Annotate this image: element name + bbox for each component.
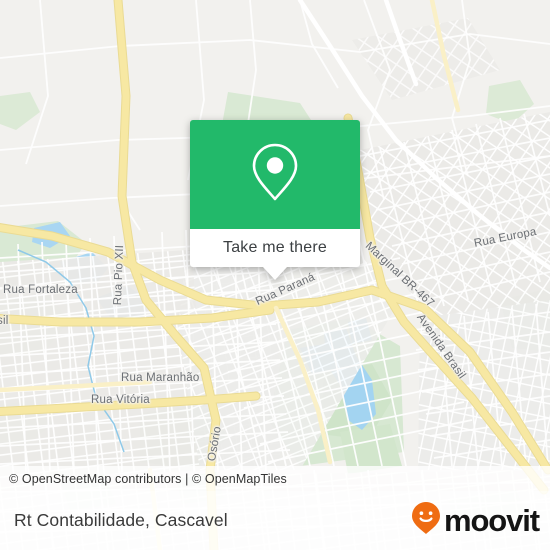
location-pin-icon (250, 141, 300, 208)
attribution-text[interactable]: © OpenStreetMap contributors | © OpenMap… (9, 472, 287, 486)
popup-pointer-tip (263, 267, 287, 280)
moovit-smiley-pin-icon (411, 501, 441, 540)
popup-header (190, 120, 360, 229)
popup-action-bar[interactable]: Take me there (190, 229, 360, 280)
take-me-there-label: Take me there (223, 239, 327, 256)
place-name-label: Rt Contabilidade, Cascavel (14, 510, 228, 530)
map-screenshot: Rua Fortaleza sil Rua Pio XII Rua Maranh… (0, 0, 550, 550)
location-popup[interactable]: Take me there (190, 120, 360, 280)
map-attribution-bar: © OpenStreetMap contributors | © OpenMap… (0, 466, 550, 491)
moovit-logo[interactable]: moovit (411, 501, 540, 540)
bottom-info-bar: Rt Contabilidade, Cascavel moovit (0, 491, 550, 550)
moovit-wordmark: moovit (443, 503, 540, 538)
